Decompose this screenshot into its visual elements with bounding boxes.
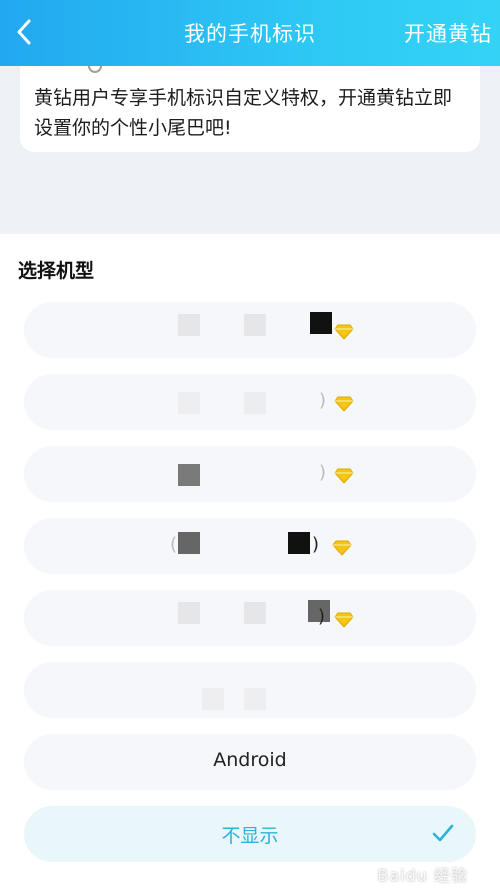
open-vip-button[interactable]: 开通黄钻 [404, 18, 492, 48]
model-option-label: Android [213, 749, 287, 771]
model-option-2[interactable]: ) [24, 374, 476, 430]
checkmark-icon [432, 824, 454, 842]
model-option-5[interactable]: ) [24, 590, 476, 646]
yellow-diamond-icon [334, 612, 354, 628]
model-option-6[interactable] [24, 662, 476, 718]
redacted-glyph: ( [170, 534, 178, 555]
redacted-glyph: ) [319, 390, 327, 411]
model-option-hide[interactable]: 不显示 [24, 806, 476, 862]
redacted-glyph: ) [318, 606, 326, 627]
section-title: 选择机型 [18, 260, 95, 282]
redacted-block [178, 314, 200, 336]
redacted-block [244, 314, 266, 336]
redacted-block [178, 532, 200, 554]
model-option-label: 不显示 [221, 825, 279, 847]
info-area: 黄钻用户专享手机标识自定义特权，开通黄钻立即设置你的个性小尾巴吧! [0, 66, 500, 234]
yellow-diamond-icon [334, 468, 354, 484]
phone-label-page: 我的手机标识 开通黄钻 黄钻用户专享手机标识自定义特权，开通黄钻立即设置你的个性… [0, 0, 500, 890]
redacted-block [178, 464, 200, 486]
redacted-block [288, 532, 310, 554]
redacted-block [244, 602, 266, 624]
redacted-block [244, 688, 266, 710]
yellow-diamond-icon [332, 540, 352, 556]
redacted-glyph: ) [312, 534, 320, 555]
yellow-diamond-icon [334, 396, 354, 412]
model-option-1[interactable] [24, 302, 476, 358]
vip-notice-text: 黄钻用户专享手机标识自定义特权，开通黄钻立即设置你的个性小尾巴吧! [34, 87, 453, 139]
redacted-block [244, 392, 266, 414]
yellow-diamond-icon [334, 324, 354, 340]
model-option-android[interactable]: Android [24, 734, 476, 790]
model-option-3[interactable]: ) [24, 446, 476, 502]
watermark: Baidu 经验 [377, 866, 468, 885]
redacted-block [178, 392, 200, 414]
model-picker-sheet: 选择机型 ) ) ()) Android 不显示 Baidu 经验 [0, 234, 500, 890]
redacted-block [310, 312, 332, 334]
model-option-4[interactable]: ( ) [24, 518, 476, 574]
redacted-glyph: ) [319, 462, 327, 483]
redacted-block [202, 688, 224, 710]
vip-notice-card: 黄钻用户专享手机标识自定义特权，开通黄钻立即设置你的个性小尾巴吧! [20, 66, 480, 152]
redacted-block [178, 602, 200, 624]
top-bar: 我的手机标识 开通黄钻 [0, 0, 500, 66]
